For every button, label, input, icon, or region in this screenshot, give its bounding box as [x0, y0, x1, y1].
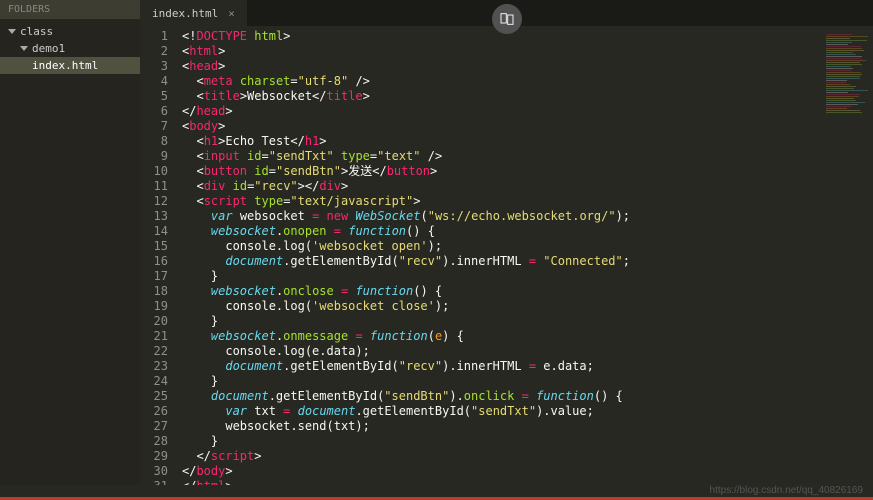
- columns-icon: [499, 11, 515, 27]
- tab-active[interactable]: index.html ×: [140, 0, 248, 26]
- tree-item[interactable]: demo1: [0, 40, 140, 57]
- code-line[interactable]: <title>Websocket</title>: [182, 89, 873, 104]
- tree-item-label: demo1: [32, 42, 65, 55]
- code-line[interactable]: console.log('websocket close');: [182, 299, 873, 314]
- sidebar: FOLDERS class demo1 index.html: [0, 0, 140, 485]
- code-line[interactable]: <html>: [182, 44, 873, 59]
- code-line[interactable]: var txt = document.getElementById("sendT…: [182, 404, 873, 419]
- code-line[interactable]: }: [182, 434, 873, 449]
- code-line[interactable]: </head>: [182, 104, 873, 119]
- source-url: https://blog.csdn.net/qq_40826169: [710, 485, 863, 496]
- code-line[interactable]: </body>: [182, 464, 873, 479]
- tree-item-label: index.html: [32, 59, 98, 72]
- code-line[interactable]: console.log(e.data);: [182, 344, 873, 359]
- code-line[interactable]: }: [182, 374, 873, 389]
- folder-tree: class demo1 index.html: [0, 19, 140, 78]
- code-line[interactable]: }: [182, 314, 873, 329]
- code-line[interactable]: <script type="text/javascript">: [182, 194, 873, 209]
- code-line[interactable]: var websocket = new WebSocket("ws://echo…: [182, 209, 873, 224]
- line-gutter: 1234567891011121314151617181920212223242…: [140, 26, 176, 485]
- editor-pane: index.html × 123456789101112131415161718…: [140, 0, 873, 485]
- chevron-down-icon: [8, 29, 16, 34]
- code-area[interactable]: <!DOCTYPE html><html><head> <meta charse…: [176, 26, 873, 485]
- layout-toggle-button[interactable]: [492, 4, 522, 34]
- code-line[interactable]: }: [182, 269, 873, 284]
- code-line[interactable]: document.getElementById("sendBtn").oncli…: [182, 389, 873, 404]
- code-line[interactable]: document.getElementById("recv").innerHTM…: [182, 359, 873, 374]
- tab-label: index.html: [152, 7, 218, 20]
- code-line[interactable]: <body>: [182, 119, 873, 134]
- tree-item[interactable]: class: [0, 23, 140, 40]
- code-line[interactable]: <meta charset="utf-8" />: [182, 74, 873, 89]
- code-line[interactable]: <input id="sendTxt" type="text" />: [182, 149, 873, 164]
- code-line[interactable]: </script>: [182, 449, 873, 464]
- tab-bar: index.html ×: [140, 0, 873, 26]
- sidebar-header: FOLDERS: [0, 0, 140, 19]
- code-line[interactable]: <div id="recv"></div>: [182, 179, 873, 194]
- close-icon[interactable]: ×: [228, 7, 235, 20]
- code-line[interactable]: websocket.onopen = function() {: [182, 224, 873, 239]
- tree-item-label: class: [20, 25, 53, 38]
- tree-item[interactable]: index.html: [0, 57, 140, 74]
- code-line[interactable]: <h1>Echo Test</h1>: [182, 134, 873, 149]
- code-line[interactable]: websocket.send(txt);: [182, 419, 873, 434]
- chevron-down-icon: [20, 46, 28, 51]
- code-line[interactable]: websocket.onmessage = function(e) {: [182, 329, 873, 344]
- code-editor[interactable]: 1234567891011121314151617181920212223242…: [140, 26, 873, 485]
- code-line[interactable]: console.log('websocket open');: [182, 239, 873, 254]
- code-line[interactable]: <head>: [182, 59, 873, 74]
- code-line[interactable]: <button id="sendBtn">发送</button>: [182, 164, 873, 179]
- code-line[interactable]: <!DOCTYPE html>: [182, 29, 873, 44]
- code-line[interactable]: websocket.onclose = function() {: [182, 284, 873, 299]
- code-line[interactable]: document.getElementById("recv").innerHTM…: [182, 254, 873, 269]
